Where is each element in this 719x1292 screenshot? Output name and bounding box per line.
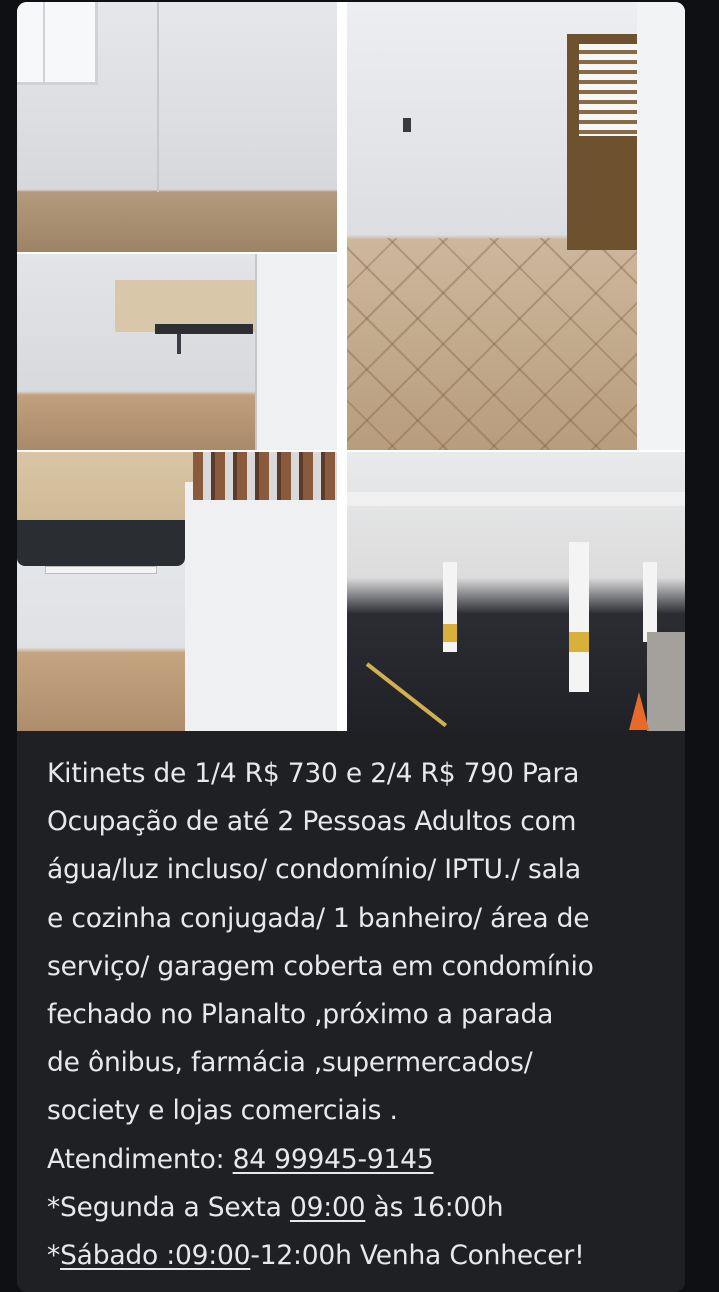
laundry-basin (17, 520, 185, 566)
message-line: e cozinha conjugada/ 1 banheiro/ área de (47, 902, 590, 934)
covered-garage-photo[interactable] (347, 452, 685, 731)
traffic-cone (629, 692, 649, 730)
kitchen-niche-photo[interactable] (17, 254, 337, 450)
message-line: água/luz incluso/ condomínio/ IPTU./ sal… (47, 854, 581, 886)
sink-support (177, 334, 181, 354)
pillar (643, 562, 657, 642)
wall-corner (157, 2, 159, 192)
sidewalk (647, 632, 685, 731)
roof-tiles (193, 452, 337, 500)
weekday-suffix: às 16:00h (365, 1191, 504, 1223)
message-bubble[interactable]: Kitinets de 1/4 R$ 730 e 2/4 R$ 790 Para… (17, 2, 685, 1292)
chat-screen: { "message": { "photos": [ {"name": "roo… (0, 0, 719, 1292)
ceiling-beam (347, 492, 685, 506)
side-wall (637, 2, 685, 450)
message-line: Kitinets de 1/4 R$ 730 e 2/4 R$ 790 Para (47, 758, 580, 789)
message-line: fechado no Planalto ,próximo a parada (47, 999, 554, 1031)
contact-line: Atendimento: 84 99945-9145 (47, 1136, 677, 1184)
message-text: Kitinets de 1/4 R$ 730 e 2/4 R$ 790 Para… (47, 750, 677, 1280)
message-line: serviço/ garagem coberta em condomínio (47, 950, 594, 982)
message-line: society e lojas comerciais . (47, 1095, 398, 1127)
weekday-prefix: *Segunda a Sexta (47, 1191, 290, 1223)
saturday-time-link[interactable]: Sábado :09:00 (60, 1240, 250, 1271)
parking-line (365, 662, 448, 728)
weekday-hours-line: *Segunda a Sexta 09:00 às 16:00h (47, 1184, 677, 1232)
laundry-sink-photo[interactable] (17, 452, 337, 731)
saturday-prefix: * (47, 1240, 61, 1272)
pillar-stripe (569, 632, 589, 652)
photo-collage[interactable] (17, 2, 685, 731)
light-switch (403, 118, 411, 132)
window-frame (43, 2, 45, 82)
contact-label: Atendimento: (47, 1143, 233, 1175)
room-corner-photo[interactable] (17, 2, 337, 252)
kitchen-sink (155, 324, 253, 334)
room-with-door-photo[interactable] (347, 2, 685, 450)
saturday-suffix: -12:00h Venha Conhecer! (250, 1240, 585, 1272)
saturday-hours-line: *Sábado :09:00-12:00h Venha Conhecer! (47, 1232, 677, 1280)
message-line: Ocupação de até 2 Pessoas Adultos com (47, 806, 577, 838)
pillar (569, 542, 589, 692)
message-line: de ônibus, farmácia ,supermercados/ (47, 1047, 533, 1079)
tiled-floor (347, 238, 637, 450)
window (17, 2, 98, 85)
pillar-stripe (443, 624, 457, 642)
phone-link[interactable]: 84 99945-9145 (233, 1144, 434, 1175)
white-wall (185, 482, 337, 731)
weekday-time-link[interactable]: 09:00 (290, 1192, 366, 1223)
door-frame (255, 254, 337, 450)
drain-pipe (45, 566, 157, 574)
